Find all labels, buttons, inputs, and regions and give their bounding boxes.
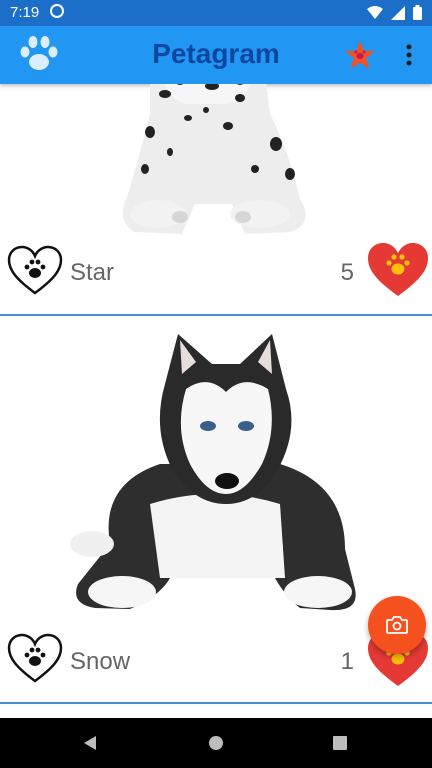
recents-icon[interactable]: [333, 736, 347, 750]
more-vert-icon[interactable]: [398, 40, 420, 70]
star-icon[interactable]: [344, 39, 376, 71]
signal-icon: [391, 5, 405, 20]
camera-fab-button[interactable]: [368, 596, 426, 654]
pet-photo: [122, 84, 306, 234]
pet-name: Snow: [70, 648, 131, 675]
like-count: 5: [340, 259, 354, 286]
like-count: 1: [340, 648, 354, 675]
home-icon[interactable]: [208, 735, 224, 751]
card-divider: [0, 702, 432, 704]
pet-photo: [70, 334, 356, 611]
card-divider: [0, 314, 432, 316]
heart-outline-paw-icon[interactable]: [6, 244, 64, 296]
sync-icon: [50, 4, 64, 18]
pet-card: Snow 1: [0, 334, 432, 714]
wifi-icon: [367, 5, 383, 19]
app-bar: Petagram: [0, 26, 432, 84]
heart-outline-paw-icon[interactable]: [6, 632, 64, 684]
back-icon[interactable]: [82, 735, 98, 751]
status-icons: [367, 5, 422, 20]
status-time: 7:19: [10, 4, 40, 21]
pet-name: Star: [70, 259, 115, 286]
heart-paw-icon[interactable]: [366, 242, 430, 298]
navigation-bar: [0, 718, 432, 768]
battery-icon: [413, 5, 422, 20]
status-bar: 7:19: [0, 0, 432, 26]
camera-icon: [386, 616, 408, 634]
pet-card: Star 5: [0, 84, 432, 326]
